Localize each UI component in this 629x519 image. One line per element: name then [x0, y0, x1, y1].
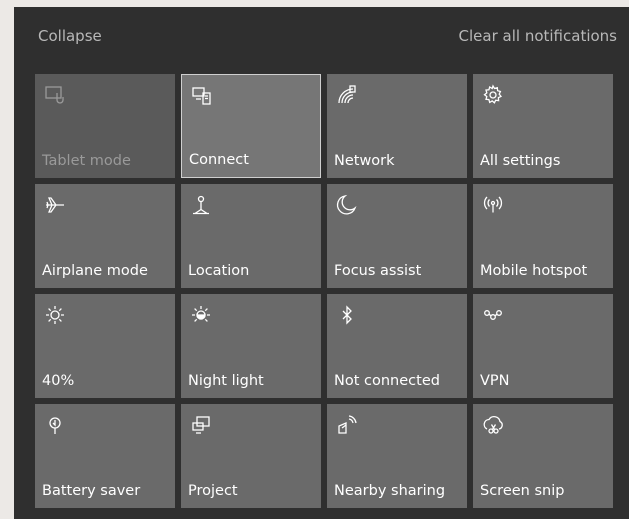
- tile-label: Nearby sharing: [334, 483, 446, 499]
- tile-connect[interactable]: Connect: [181, 74, 321, 178]
- tile-project[interactable]: Project: [181, 404, 321, 508]
- screen-snip-icon: [481, 413, 505, 437]
- tile-label: VPN: [480, 373, 510, 389]
- tile-nearby-sharing[interactable]: Nearby sharing: [327, 404, 467, 508]
- tile-vpn[interactable]: VPN: [473, 294, 613, 398]
- night-light-icon: [189, 303, 213, 327]
- moon-icon: [335, 193, 359, 217]
- tile-screen-snip[interactable]: Screen snip: [473, 404, 613, 508]
- tile-bluetooth[interactable]: Not connected: [327, 294, 467, 398]
- clear-all-notifications-link[interactable]: Clear all notifications: [459, 27, 617, 45]
- tile-all-settings[interactable]: All settings: [473, 74, 613, 178]
- location-icon: [189, 193, 213, 217]
- tile-label: Not connected: [334, 373, 440, 389]
- tablet-mode-icon: [43, 83, 67, 107]
- settings-gear-icon: [481, 83, 505, 107]
- tile-label: Focus assist: [334, 263, 422, 279]
- tile-label: All settings: [480, 153, 561, 169]
- action-center-header: Collapse Clear all notifications: [14, 7, 629, 65]
- tile-label: Mobile hotspot: [480, 263, 588, 279]
- tile-label: Airplane mode: [42, 263, 148, 279]
- tile-label: Location: [188, 263, 250, 279]
- brightness-icon: [43, 303, 67, 327]
- tile-network[interactable]: Network: [327, 74, 467, 178]
- tile-focus-assist[interactable]: Focus assist: [327, 184, 467, 288]
- tile-label: Battery saver: [42, 483, 141, 499]
- vpn-icon: [481, 303, 505, 327]
- tile-battery-saver[interactable]: Battery saver: [35, 404, 175, 508]
- tile-label: Project: [188, 483, 238, 499]
- nearby-sharing-icon: [335, 413, 359, 437]
- tile-label: Tablet mode: [42, 153, 131, 169]
- tile-label: Connect: [189, 152, 249, 168]
- bluetooth-icon: [335, 303, 359, 327]
- tile-label: Night light: [188, 373, 264, 389]
- action-center-panel: Collapse Clear all notifications Tablet …: [14, 7, 629, 519]
- tile-brightness[interactable]: 40%: [35, 294, 175, 398]
- airplane-icon: [43, 193, 67, 217]
- tile-label: 40%: [42, 373, 75, 389]
- tile-night-light[interactable]: Night light: [181, 294, 321, 398]
- project-icon: [189, 413, 213, 437]
- tile-label: Screen snip: [480, 483, 565, 499]
- collapse-link[interactable]: Collapse: [38, 27, 102, 45]
- tile-airplane-mode[interactable]: Airplane mode: [35, 184, 175, 288]
- tile-location[interactable]: Location: [181, 184, 321, 288]
- tile-label: Network: [334, 153, 395, 169]
- battery-saver-icon: [43, 413, 67, 437]
- quick-actions-grid: Tablet mode Connect Network All settings…: [35, 74, 613, 508]
- hotspot-icon: [481, 193, 505, 217]
- network-icon: [335, 83, 359, 107]
- tile-tablet-mode[interactable]: Tablet mode: [35, 74, 175, 178]
- tile-mobile-hotspot[interactable]: Mobile hotspot: [473, 184, 613, 288]
- connect-icon: [190, 84, 214, 108]
